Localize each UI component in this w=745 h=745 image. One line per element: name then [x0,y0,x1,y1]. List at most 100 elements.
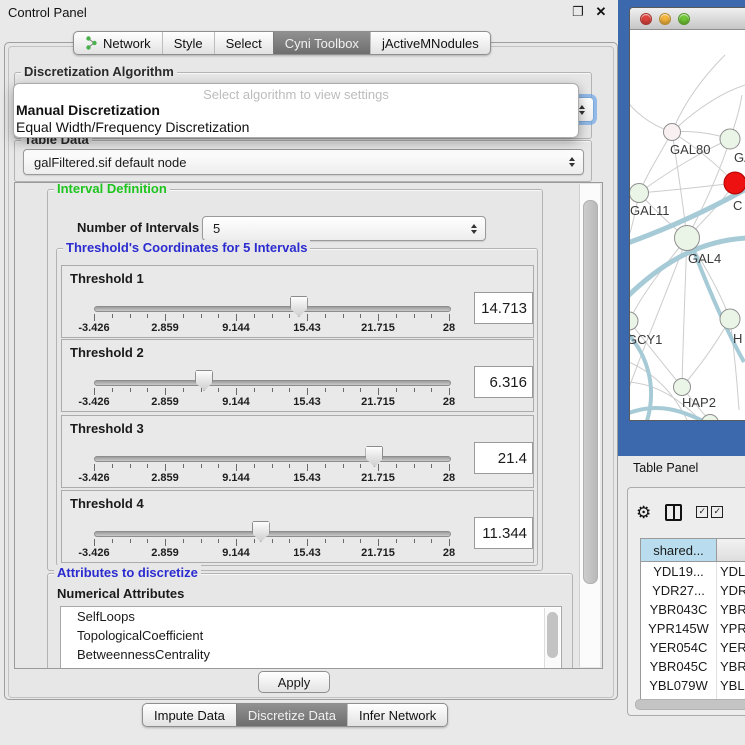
network-view-window[interactable]: GAL80GACGAL11GAL4GCY1HHAP2 [629,7,745,421]
slider-tick [130,464,131,468]
slider-tick [378,314,379,321]
threshold-2-box: Threshold 2 -3.4262.8599.14415.4321.7152… [61,339,534,412]
checkbox-icons[interactable]: ✓ ✓ [696,506,723,518]
slider-tick-label: 28 [443,547,455,559]
settings-scrollbar[interactable] [579,184,600,667]
tab-discretize-data[interactable]: Discretize Data [236,704,347,726]
table-row[interactable]: YBR045CYBR0 [641,657,745,676]
gear-icon[interactable]: ⚙ [636,504,651,521]
close-traffic-light[interactable] [640,13,652,25]
table-row[interactable]: YDL19...YDL1 [641,562,745,581]
attribute-item[interactable]: TopologicalCoefficient [61,626,561,645]
network-node[interactable] [720,309,740,329]
network-node[interactable] [724,172,745,194]
slider-tick-label: -3.426 [78,322,109,334]
network-edge[interactable] [630,238,687,402]
table-horizontal-scrollbar[interactable] [635,699,745,710]
settings-scrollbar-thumb[interactable] [583,200,598,584]
network-node[interactable] [630,184,649,203]
table-cell[interactable]: YDL1 [717,562,745,581]
network-window-titlebar[interactable] [630,8,745,30]
tab-jactivemnodules[interactable]: jActiveMNodules [370,32,490,54]
table-cell[interactable]: YPR145W [641,619,717,638]
zoom-traffic-light[interactable] [678,13,690,25]
attributes-scrollbar-thumb[interactable] [547,612,558,658]
table-row[interactable]: YBR043CYBR0 [641,600,745,619]
network-edge[interactable] [682,238,687,387]
checkbox-icon[interactable]: ✓ [696,506,708,518]
table-cell[interactable]: YBL0 [717,676,745,695]
tab-infer-network[interactable]: Infer Network [347,704,447,726]
tab-cyni-toolbox[interactable]: Cyni Toolbox [273,32,370,54]
slider-tick-label: 9.144 [222,396,250,408]
apply-button[interactable]: Apply [258,671,330,693]
table-data-combobox[interactable]: galFiltered.sif default node [23,149,584,175]
table-cell[interactable]: YDL19... [641,562,717,581]
slider-tick [147,314,148,318]
split-columns-icon[interactable] [665,504,682,521]
slider-tick-label: 28 [443,472,455,484]
threshold-4-box: Threshold 4 -3.4262.8599.14415.4321.7152… [61,490,534,563]
threshold-4-value-field[interactable]: 11.344 [474,517,533,549]
table-cell[interactable]: YBR045C [641,657,717,676]
network-canvas[interactable]: GAL80GACGAL11GAL4GCY1HHAP2 [630,30,745,420]
close-icon[interactable]: ✕ [594,4,608,20]
table-row[interactable]: YDR27...YDR2 [641,581,745,600]
table-cell[interactable]: YER054C [641,638,717,657]
network-edge[interactable] [639,183,735,193]
numerical-attributes-list[interactable]: SelfLoopsTopologicalCoefficientBetweenne… [60,606,562,669]
network-node[interactable] [664,124,681,141]
table-row[interactable]: YPR145WYPR1 [641,619,745,638]
tab-cyni-toolbox-label: Cyni Toolbox [285,36,359,51]
network-edge[interactable] [682,319,730,387]
table-row[interactable]: YER054CYER0 [641,638,745,657]
dropdown-item-manual[interactable]: Manual Discretization [14,102,578,119]
table-cell[interactable]: YBL079W [641,676,717,695]
slider-tick [94,539,95,546]
dropdown-item-equal-width[interactable]: Equal Width/Frequency Discretization [14,119,578,136]
attribute-item[interactable]: BetweennessCentrality [61,645,561,664]
network-node[interactable] [702,415,719,421]
table-cell[interactable]: YBR0 [717,600,745,619]
network-edge[interactable] [630,238,687,321]
slider-tick [272,314,273,318]
network-edge[interactable] [630,321,682,387]
attributes-scrollbar[interactable] [544,608,560,669]
slider-tick [183,464,184,468]
float-window-icon[interactable]: ❐ [571,4,585,20]
attribute-item[interactable]: SelfLoops [61,607,561,626]
network-node[interactable] [720,129,740,149]
table-cell[interactable]: YDR27... [641,581,717,600]
network-node[interactable] [674,379,691,396]
threshold-1-value-field[interactable]: 14.713 [474,292,533,324]
table-cell[interactable]: YPR1 [717,619,745,638]
threshold-3-box: Threshold 3 -3.4262.8599.14415.4321.7152… [61,415,534,488]
minimize-traffic-light[interactable] [659,13,671,25]
tab-select[interactable]: Select [214,32,273,54]
threshold-2-value-field[interactable]: 6.316 [474,366,533,398]
column-header-shared[interactable]: shared... [641,539,717,561]
tab-impute-data[interactable]: Impute Data [143,704,236,726]
checkbox-icon[interactable]: ✓ [711,506,723,518]
network-node[interactable] [630,312,638,330]
slider-tick [431,539,432,543]
slider-tick [360,539,361,543]
number-of-intervals-combobox[interactable]: 5 [202,216,486,241]
table-cell[interactable]: YER0 [717,638,745,657]
slider-tick [431,388,432,392]
table-cell[interactable]: YBR0 [717,657,745,676]
tab-network[interactable]: Network [74,32,162,54]
network-edge[interactable] [672,55,725,132]
slider-tick [236,388,237,395]
slider-tick [130,388,131,392]
network-edge[interactable] [639,132,672,193]
table-cell[interactable]: YBR043C [641,600,717,619]
network-node[interactable] [675,226,700,251]
slider-scale-labels: -3.4262.8599.14415.4321.71528 [94,322,449,334]
tab-discretize-data-label: Discretize Data [248,708,336,723]
table-cell[interactable]: YDR2 [717,581,745,600]
table-row[interactable]: YBL079WYBL0 [641,676,745,695]
threshold-3-value-field[interactable]: 21.4 [474,442,533,474]
tab-style[interactable]: Style [162,32,214,54]
column-header-name[interactable]: name [717,539,745,561]
